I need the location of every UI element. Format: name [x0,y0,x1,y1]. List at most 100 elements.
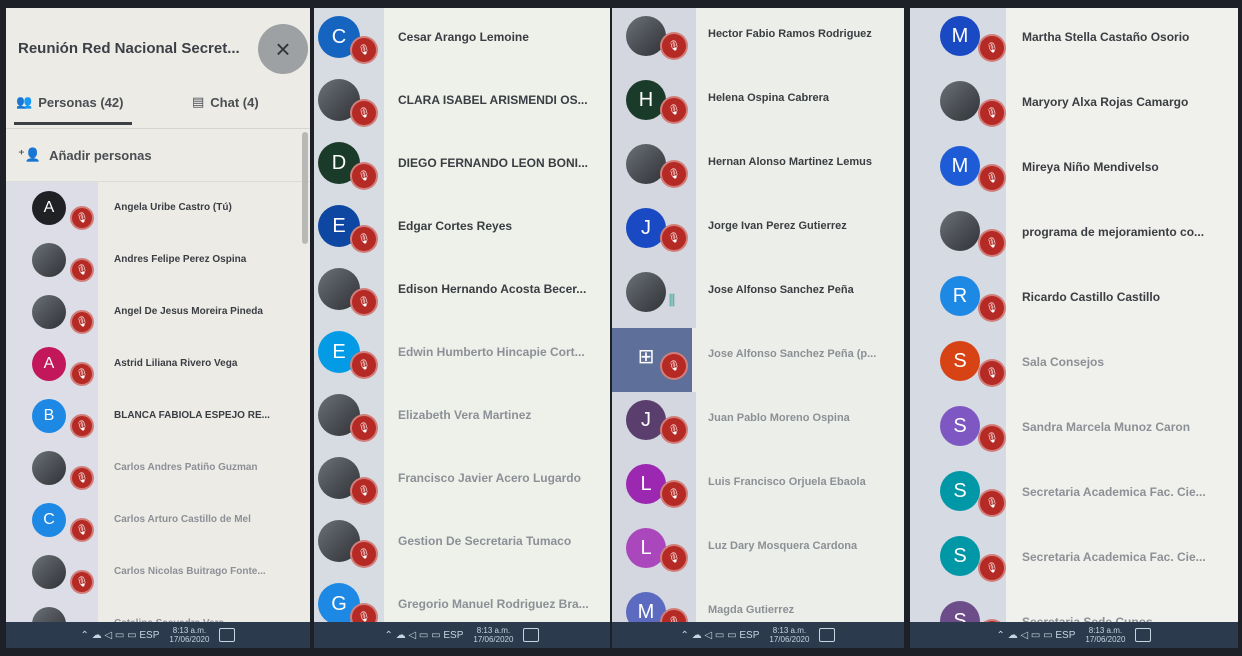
participant-name: Jose Alfonso Sanchez Peña (p... [708,348,877,360]
participant-row[interactable]: R 🎙 Ricardo Castillo Castillo [910,268,1238,333]
close-icon[interactable]: × [258,24,308,74]
participant-row[interactable]: E 🎙 Edgar Cortes Reyes [314,197,610,260]
people-panel-3: 🎙 Hector Fabio Ramos Rodriguez H 🎙 Helena Os… [612,8,904,648]
tray-icons: ⌃ ☁ ◁ ▭ ▭ ESP [384,629,464,641]
avatar [32,451,66,485]
participant-name: BLANCA FABIOLA ESPEJO RE... [114,410,270,421]
participant-row[interactable]: 🎙 Andres Felipe Perez Ospina [6,234,310,286]
chat-icon: ▤ [192,94,205,109]
participant-name: Jorge Ivan Perez Gutierrez [708,220,847,232]
mic-off-icon: 🎙 [660,160,688,188]
participant-row[interactable]: J 🎙 Jorge Ivan Perez Gutierrez [612,200,904,264]
avatar: S [940,341,980,381]
participant-name: Gregorio Manuel Rodriguez Bra... [398,597,589,611]
participant-row[interactable]: S 🎙 Secretaria Academica Fac. Cie... [910,528,1238,593]
avatar: M [940,16,980,56]
participant-name: Hector Fabio Ramos Rodriguez [708,28,872,40]
people-panel-1: Reunión Red Nacional Secret... × 👥 Perso… [6,8,310,648]
avatar: S [940,471,980,511]
participant-row[interactable]: E 🎙 Edwin Humberto Hincapie Cort... [314,323,610,386]
participant-name: Secretaria Academica Fac. Cie... [1022,485,1206,499]
tab-chat[interactable]: ▤ Chat (4) [192,94,259,110]
mic-off-icon: 🎙 [978,164,1006,192]
participant-name: Maryory Alxa Rojas Camargo [1022,95,1189,109]
participant-row[interactable]: 🎙 CLARA ISABEL ARISMENDI OS... [314,71,610,134]
participant-row[interactable]: 🎙 Gestion De Secretaria Tumaco [314,512,610,575]
participant-name: Angel De Jesus Moreira Pineda [114,306,263,317]
mic-off-icon: 🎙 [70,362,94,386]
participant-row[interactable]: L 🎙 Luis Francisco Orjuela Ebaola [612,456,904,520]
clock-time: 8:13 a.m. [476,626,511,635]
participant-name: Carlos Andres Patiño Guzman [114,462,258,473]
participant-row[interactable]: H 🎙 Helena Ospina Cabrera [612,72,904,136]
participant-name: Carlos Nicolas Buitrago Fonte... [114,566,266,577]
mic-off-icon: 🎙 [978,99,1006,127]
clock-date: 17/06/2020 [1085,635,1126,644]
mic-off-icon: 🎙 [978,359,1006,387]
participant-row[interactable]: C 🎙 Cesar Arango Lemoine [314,8,610,71]
participant-row[interactable]: S 🎙 Secretaria Academica Fac. Cie... [910,463,1238,528]
notification-icon[interactable] [523,628,540,642]
participant-row[interactable]: D 🎙 DIEGO FERNANDO LEON BONI... [314,134,610,197]
participant-row[interactable]: 🎙 Francisco Javier Acero Lugardo [314,449,610,512]
taskbar: ⌃ ☁ ◁ ▭ ▭ ESP 8:13 a.m. 17/06/2020 [910,622,1238,648]
mic-off-icon: 🎙 [70,570,94,594]
participant-name: Secretaria Academica Fac. Cie... [1022,550,1206,564]
mic-off-icon: 🎙 [660,32,688,60]
clock-date: 17/06/2020 [769,635,810,644]
clock-date: 17/06/2020 [473,635,514,644]
tray-icons: ⌃ ☁ ◁ ▭ ▭ ESP [80,629,160,641]
participant-row[interactable]: L 🎙 Luz Dary Mosquera Cardona [612,520,904,584]
add-people-button[interactable]: ⁺👤 Añadir personas [6,129,310,182]
avatar: A [32,191,66,225]
clock: 8:13 a.m. 17/06/2020 [169,626,209,644]
participant-row[interactable]: 🎙 Hernan Alonso Martinez Lemus [612,136,904,200]
avatar: S [940,406,980,446]
participant-row[interactable]: ⫼ Jose Alfonso Sanchez Peña [612,264,904,328]
avatar: C [32,503,66,537]
tray-icons: ⌃ ☁ ◁ ▭ ▭ ESP [996,629,1076,641]
participant-row[interactable]: C 🎙 Carlos Arturo Castillo de Mel [6,494,310,546]
participant-row[interactable]: 🎙 Angel De Jesus Moreira Pineda [6,286,310,338]
participant-name: Sala Consejos [1022,355,1105,369]
participant-row[interactable]: 🎙 Carlos Andres Patiño Guzman [6,442,310,494]
mic-off-icon: 🎙 [978,489,1006,517]
participant-row[interactable]: 🎙 Carlos Nicolas Buitrago Fonte... [6,546,310,598]
participant-row[interactable]: 🎙 Edison Hernando Acosta Becer... [314,260,610,323]
people-panel-2: C 🎙 Cesar Arango Lemoine 🎙 CLARA ISABEL ARIS… [314,8,610,648]
avatar [32,295,66,329]
participant-name: Francisco Javier Acero Lugardo [398,471,581,485]
avatar [626,272,666,312]
participant-row[interactable]: B 🎙 BLANCA FABIOLA ESPEJO RE... [6,390,310,442]
participant-row[interactable]: A 🎙 Astrid Liliana Rivero Vega [6,338,310,390]
notification-icon[interactable] [1135,628,1152,642]
participant-row[interactable]: M 🎙 Martha Stella Castaño Osorio [910,8,1238,73]
participant-name: Edgar Cortes Reyes [398,219,513,233]
participant-name: Ricardo Castillo Castillo [1022,290,1161,304]
participant-row[interactable]: M 🎙 Mireya Niño Mendivelso [910,138,1238,203]
participant-row[interactable]: S 🎙 Sala Consejos [910,333,1238,398]
participant-row[interactable]: 🎙 Maryory Alxa Rojas Camargo [910,73,1238,138]
participant-row[interactable]: ⊞ 🎙 Jose Alfonso Sanchez Peña (p... [612,328,904,392]
participant-row[interactable]: J 🎙 Juan Pablo Moreno Ospina [612,392,904,456]
notification-icon[interactable] [819,628,836,642]
participant-row[interactable]: S 🎙 Sandra Marcela Munoz Caron [910,398,1238,463]
notification-icon[interactable] [219,628,236,642]
participant-name: Carlos Arturo Castillo de Mel [114,514,251,525]
avatar [32,243,66,277]
mic-off-icon: 🎙 [660,480,688,508]
participant-name: Edwin Humberto Hincapie Cort... [398,345,585,359]
participant-row[interactable]: A 🎙 Angela Uribe Castro (Tú) [6,182,310,234]
tab-people[interactable]: 👥 Personas (42) [16,94,123,110]
mic-off-icon: 🎙 [350,414,378,442]
participant-row[interactable]: 🎙 programa de mejoramiento co... [910,203,1238,268]
participant-name: Edison Hernando Acosta Becer... [398,282,587,296]
people-icon: 👥 [16,94,33,109]
taskbar: ⌃ ☁ ◁ ▭ ▭ ESP 8:13 a.m. 17/06/2020 [6,622,310,648]
participant-name: Andres Felipe Perez Ospina [114,254,247,265]
mic-off-icon: 🎙 [660,96,688,124]
participant-row[interactable]: 🎙 Hector Fabio Ramos Rodriguez [612,8,904,72]
mic-off-icon: 🎙 [70,466,94,490]
avatar: A [32,347,66,381]
participant-row[interactable]: 🎙 Elizabeth Vera Martinez [314,386,610,449]
